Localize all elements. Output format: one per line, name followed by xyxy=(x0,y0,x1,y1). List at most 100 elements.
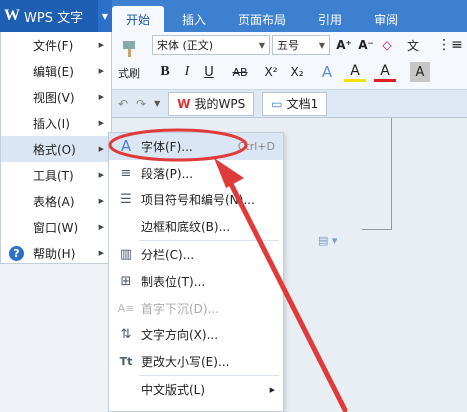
chevron-right-icon: ▶ xyxy=(98,197,104,205)
tab-my-wps[interactable]: W 我的WPS xyxy=(168,91,255,116)
shrink-font-button[interactable]: A⁻ xyxy=(356,35,376,55)
wps-logo-icon: W xyxy=(4,7,20,24)
submenu-item-label: 中文版式(L) xyxy=(141,383,206,398)
undo-icon[interactable]: ↶ xyxy=(118,97,128,111)
menu-item-label: 视图(V) xyxy=(33,90,75,105)
document-label: 文档1 xyxy=(286,97,319,111)
menu-item-table[interactable]: 表格(A) ▶ xyxy=(1,188,111,214)
wps-app-menu-button[interactable]: W WPS 文字 ▼ xyxy=(0,0,112,32)
font-color-button[interactable]: A xyxy=(374,62,396,82)
menu-item-label: 工具(T) xyxy=(33,168,74,183)
submenu-item-change-case[interactable]: Tt 更改大小写(E)... xyxy=(109,348,283,375)
menu-item-label: 表格(A) xyxy=(33,194,75,209)
menu-item-edit[interactable]: 编辑(E) ▶ xyxy=(1,58,111,84)
menu-item-label: 文件(F) xyxy=(33,38,74,53)
superscript-button[interactable]: X² xyxy=(260,62,282,82)
tab-stop-icon: ⊞ xyxy=(120,273,132,289)
font-name-select[interactable]: 宋体 (正文) ▼ xyxy=(152,35,270,55)
tab-review[interactable]: 审阅 xyxy=(360,6,412,32)
menu-item-view[interactable]: 视图(V) ▶ xyxy=(1,84,111,110)
menu-item-file[interactable]: 文件(F) ▶ xyxy=(1,32,111,58)
chevron-right-icon: ▶ xyxy=(98,119,104,127)
underline-button[interactable]: U xyxy=(200,62,218,82)
strikethrough-button[interactable]: AB xyxy=(226,62,254,82)
submenu-item-label: 更改大小写(E)... xyxy=(141,355,230,370)
app-title: WPS 文字 xyxy=(24,10,84,26)
page-margin-corner xyxy=(362,118,392,230)
quick-access-bar: ↶ ↷ ▼ W 我的WPS ▭ 文档1 xyxy=(112,90,467,118)
italic-button[interactable]: I xyxy=(178,62,196,82)
font-name-value: 宋体 (正文) xyxy=(157,39,214,52)
shortcut-text: Ctrl+D xyxy=(237,139,275,153)
highlight-button[interactable]: A xyxy=(344,62,366,82)
app-main-menu: 文件(F) ▶ 编辑(E) ▶ 视图(V) ▶ 插入(I) ▶ 格式(O) ▶ 工具(T)… xyxy=(0,32,112,264)
chevron-down-icon: ▼ xyxy=(258,40,265,50)
chevron-right-icon: ▶ xyxy=(269,385,275,394)
font-size-select[interactable]: 五号 ▼ xyxy=(272,35,330,55)
format-painter-label: 式刷 xyxy=(118,67,140,80)
paste-options-icon[interactable]: ▤ ▾ xyxy=(318,234,337,247)
menu-item-label: 插入(I) xyxy=(33,116,70,131)
submenu-item-label: 分栏(C)... xyxy=(141,248,195,263)
menu-item-label: 编辑(E) xyxy=(33,64,74,79)
submenu-item-text-direction[interactable]: ⇅ 文字方向(X)... xyxy=(109,322,283,349)
clear-format-icon[interactable]: ◇ xyxy=(378,35,396,55)
tab-page-layout[interactable]: 页面布局 xyxy=(224,6,300,32)
subscript-button[interactable]: X₂ xyxy=(286,62,308,82)
menu-item-format[interactable]: 格式(O) ▶ xyxy=(1,136,111,162)
phonetic-guide-button[interactable]: 文 xyxy=(402,35,424,55)
columns-icon: ▥ xyxy=(119,247,133,263)
redo-icon[interactable]: ↷ xyxy=(136,97,146,111)
qat-more-icon[interactable]: ▼ xyxy=(154,99,160,108)
chevron-right-icon: ▶ xyxy=(98,67,104,75)
char-shading-button[interactable]: A xyxy=(410,62,430,82)
chevron-right-icon: ▶ xyxy=(98,93,104,101)
submenu-item-chinese-layout[interactable]: 中文版式(L) ▶ xyxy=(109,376,283,403)
text-direction-icon: ⇅ xyxy=(120,327,132,343)
chevron-right-icon: ▶ xyxy=(98,145,104,153)
submenu-item-columns[interactable]: ▥ 分栏(C)... xyxy=(109,241,283,268)
text-effect-button[interactable]: A xyxy=(316,62,338,82)
submenu-item-bullets-numbering[interactable]: ☰ 项目符号和编号(N)... xyxy=(109,187,283,214)
font-size-value: 五号 xyxy=(277,39,299,52)
menu-item-tools[interactable]: 工具(T) ▶ xyxy=(1,162,111,188)
change-case-icon: Tt xyxy=(119,355,133,369)
submenu-item-borders-shading[interactable]: 边框和底纹(B)... xyxy=(109,213,283,240)
ribbon-tab-bar: 开始 插入 页面布局 引用 审阅 xyxy=(112,0,467,32)
format-painter-icon[interactable] xyxy=(114,36,144,62)
tab-references[interactable]: 引用 xyxy=(304,6,356,32)
chevron-right-icon: ▶ xyxy=(98,249,104,257)
chevron-right-icon: ▶ xyxy=(98,41,104,49)
document-icon: ▭ xyxy=(271,96,283,111)
menu-item-label: 窗口(W) xyxy=(33,220,79,235)
bullet-list-icon: ☰ xyxy=(120,192,132,208)
format-submenu: A 字体(F)... Ctrl+D ≡ 段落(P)... ☰ 项目符号和编号(N)...… xyxy=(108,132,284,412)
submenu-item-tabs[interactable]: ⊞ 制表位(T)... xyxy=(109,268,283,295)
submenu-item-paragraph[interactable]: ≡ 段落(P)... xyxy=(109,160,283,187)
menu-item-insert[interactable]: 插入(I) ▶ xyxy=(1,110,111,136)
menu-item-help[interactable]: ? 帮助(H) ▶ xyxy=(1,240,111,266)
bold-button[interactable]: B xyxy=(156,62,174,82)
submenu-item-label: 项目符号和编号(N)... xyxy=(141,193,255,208)
submenu-item-label: 首字下沉(D)... xyxy=(141,301,220,316)
ribbon-toolbar: 式刷 宋体 (正文) ▼ 五号 ▼ A⁺ A⁻ ◇ 文 ⋮≡ B I U AB X²… xyxy=(112,32,467,90)
menu-item-label: 帮助(H) xyxy=(33,246,76,261)
menu-item-label: 格式(O) xyxy=(33,142,76,157)
drop-cap-icon: A≡ xyxy=(117,301,135,315)
wps-home-icon: W xyxy=(177,96,191,111)
submenu-item-drop-cap: A≡ 首字下沉(D)... xyxy=(109,295,283,322)
chevron-right-icon: ▶ xyxy=(98,171,104,179)
paragraph-icon: ≡ xyxy=(120,165,132,181)
more-icon[interactable]: ⋮≡ xyxy=(437,35,463,55)
chevron-down-icon[interactable]: ▼ xyxy=(98,0,112,32)
chevron-right-icon: ▶ xyxy=(98,223,104,231)
font-icon: A xyxy=(120,137,132,156)
menu-item-window[interactable]: 窗口(W) ▶ xyxy=(1,214,111,240)
tab-document1[interactable]: ▭ 文档1 xyxy=(262,91,328,116)
submenu-item-font[interactable]: A 字体(F)... Ctrl+D xyxy=(109,133,283,160)
grow-font-button[interactable]: A⁺ xyxy=(334,35,354,55)
submenu-item-label: 制表位(T)... xyxy=(141,274,206,289)
submenu-item-label: 文字方向(X)... xyxy=(141,328,219,343)
tab-home[interactable]: 开始 xyxy=(112,6,165,32)
tab-insert[interactable]: 插入 xyxy=(168,6,220,32)
